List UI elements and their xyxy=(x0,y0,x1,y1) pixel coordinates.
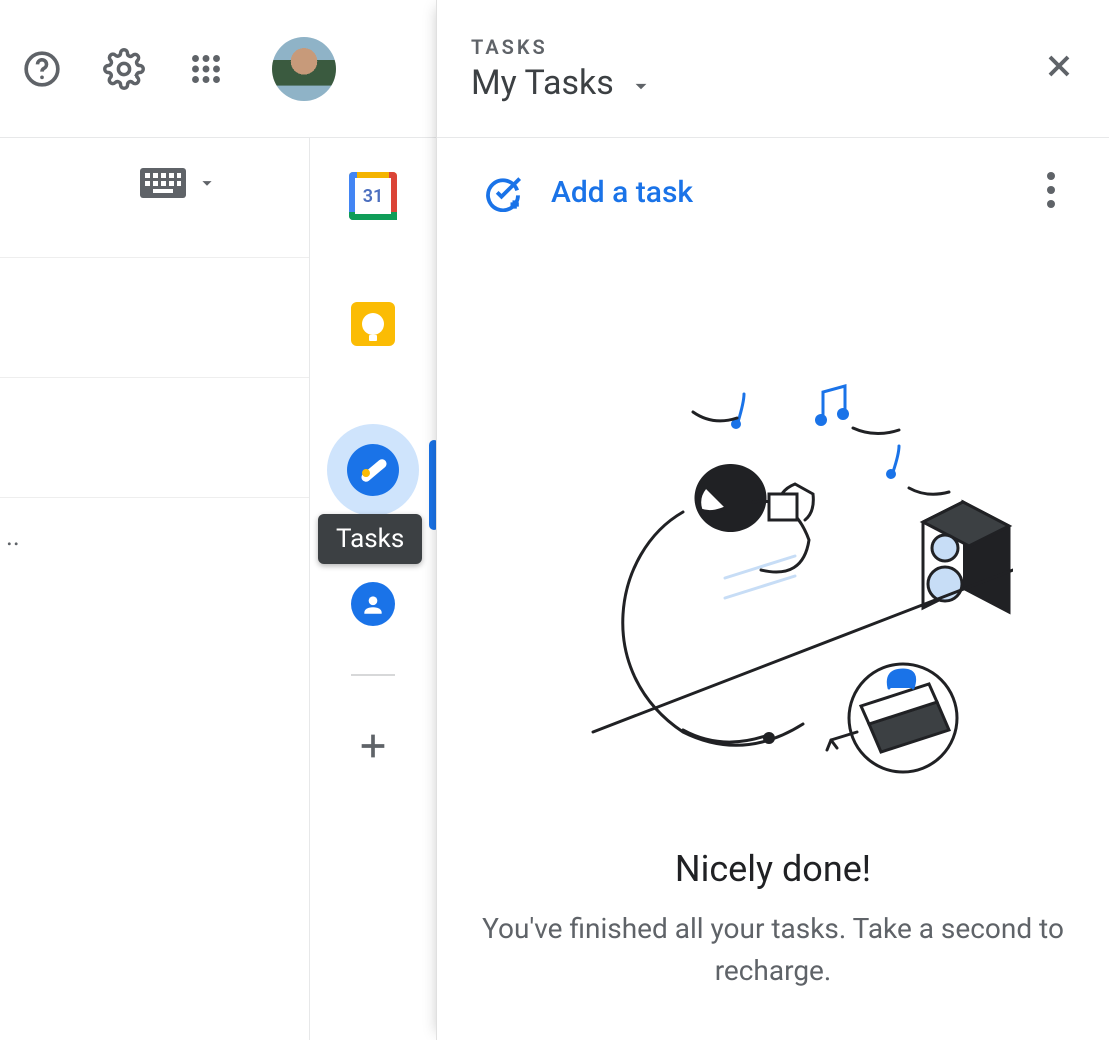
rail-divider xyxy=(351,674,395,676)
tasks-panel-body: Add a task xyxy=(437,138,1109,1040)
settings-button[interactable] xyxy=(100,45,148,93)
apps-button[interactable] xyxy=(182,45,230,93)
left-row xyxy=(0,378,309,498)
task-list-name: My Tasks xyxy=(471,63,614,103)
tasks-panel: TASKS My Tasks Add a task xyxy=(436,0,1109,1040)
task-list-switcher[interactable]: My Tasks xyxy=(471,63,654,103)
rail-calendar-button[interactable]: 31 xyxy=(345,168,401,224)
add-task-label: Add a task xyxy=(551,175,693,210)
content-left-pane: .. xyxy=(0,138,310,1040)
input-tools-button[interactable] xyxy=(140,168,218,198)
calendar-day: 31 xyxy=(349,172,397,220)
caret-down-icon xyxy=(196,172,218,194)
rail-contacts-button[interactable] xyxy=(345,576,401,632)
list-options-button[interactable] xyxy=(1029,168,1073,212)
close-icon xyxy=(1041,48,1077,84)
empty-state-subtitle: You've finished all your tasks. Take a s… xyxy=(477,908,1069,992)
more-vert-icon xyxy=(1047,172,1055,180)
calendar-icon: 31 xyxy=(349,172,397,220)
help-icon xyxy=(22,49,62,89)
empty-state-title: Nicely done! xyxy=(675,848,871,890)
keep-icon xyxy=(351,302,395,346)
account-avatar[interactable] xyxy=(272,37,336,101)
plus-icon xyxy=(356,729,390,763)
tasks-panel-header: TASKS My Tasks xyxy=(437,0,1109,138)
left-ellipsis: .. xyxy=(0,498,309,576)
rail-keep-button[interactable] xyxy=(345,296,401,352)
tasks-icon xyxy=(347,444,399,496)
rail-add-button[interactable] xyxy=(345,718,401,774)
add-task-icon xyxy=(483,172,523,212)
contacts-icon xyxy=(351,582,395,626)
rail-tooltip: Tasks xyxy=(318,514,422,564)
add-task-button[interactable]: Add a task xyxy=(483,172,693,212)
help-button[interactable] xyxy=(18,45,66,93)
tasks-section-label: TASKS xyxy=(471,35,654,59)
empty-state-illustration xyxy=(533,372,1013,792)
apps-grid-icon xyxy=(188,51,224,87)
empty-state: Nicely done! You've finished all your ta… xyxy=(437,222,1109,992)
chevron-down-icon xyxy=(628,73,654,99)
side-panel-rail: 31 xyxy=(310,138,436,1040)
gear-icon xyxy=(103,48,145,90)
rail-tasks-button[interactable] xyxy=(327,424,419,516)
close-panel-button[interactable] xyxy=(1037,44,1081,88)
left-row xyxy=(0,138,309,258)
add-task-row: Add a task xyxy=(437,138,1109,222)
keyboard-icon xyxy=(140,168,186,198)
left-row xyxy=(0,258,309,378)
